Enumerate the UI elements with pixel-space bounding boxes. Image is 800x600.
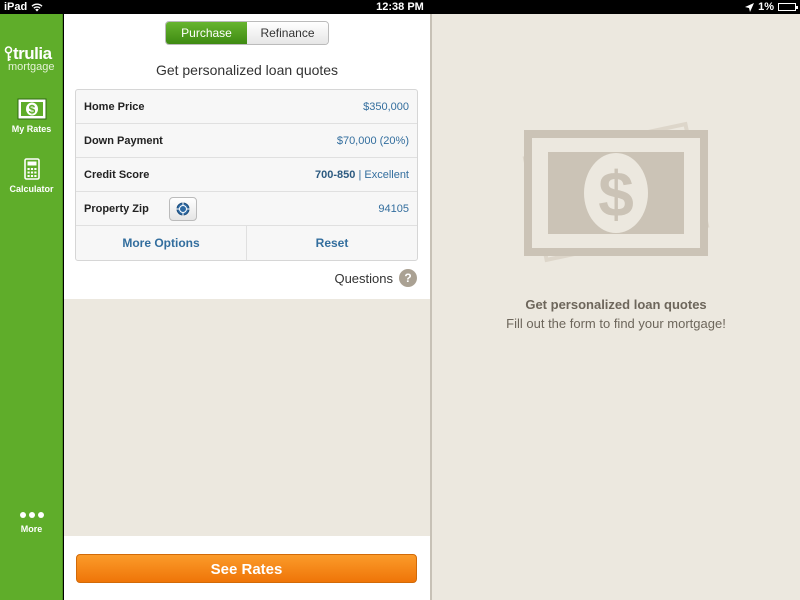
- empty-state-title: Get personalized loan quotes: [525, 297, 707, 312]
- money-icon: $: [17, 98, 46, 120]
- credit-score-separator: |: [358, 169, 362, 181]
- sidebar-item-my-rates[interactable]: $ My Rates: [0, 98, 63, 134]
- down-payment-row[interactable]: Down Payment $70,000 (20%): [76, 124, 417, 158]
- sidebar-item-more[interactable]: More: [0, 512, 63, 534]
- key-logo-icon: [4, 46, 13, 61]
- credit-score-label: Credit Score: [84, 169, 150, 181]
- current-location-button[interactable]: [169, 197, 197, 221]
- battery-percent: 1%: [758, 1, 774, 13]
- location-arrow-icon: [745, 2, 755, 12]
- property-zip-row[interactable]: Property Zip 94105: [76, 192, 417, 226]
- down-payment-label: Down Payment: [84, 135, 163, 147]
- tab-refinance[interactable]: Refinance: [247, 22, 328, 44]
- svg-text:$: $: [598, 158, 634, 230]
- trulia-mortgage-logo: trulia mortgage: [4, 44, 60, 73]
- logo-subtext: mortgage: [8, 61, 55, 73]
- home-price-row[interactable]: Home Price $350,000: [76, 90, 417, 124]
- clock: 12:38 PM: [376, 1, 424, 13]
- sidebar-item-label: Calculator: [9, 184, 54, 194]
- tab-purchase[interactable]: Purchase: [166, 22, 247, 44]
- dollar-bill-icon: $: [522, 121, 710, 263]
- calculator-icon: [23, 158, 40, 180]
- property-zip-label: Property Zip: [84, 203, 149, 215]
- status-bar: iPad 12:38 PM 1%: [0, 0, 800, 14]
- crosshair-icon: [176, 202, 190, 216]
- quote-form-panel: Purchase Refinance Get personalized loan…: [64, 14, 430, 600]
- loan-form: Home Price $350,000 Down Payment $70,000…: [75, 89, 418, 261]
- sidebar-item-calculator[interactable]: Calculator: [0, 158, 63, 194]
- reset-button[interactable]: Reset: [246, 226, 417, 260]
- questions-label: Questions: [334, 270, 393, 286]
- credit-score-rating: Excellent: [364, 169, 409, 181]
- credit-score-range: 700-850: [315, 169, 356, 181]
- form-heading: Get personalized loan quotes: [155, 62, 339, 78]
- home-price-label: Home Price: [84, 101, 145, 113]
- property-zip-value: 94105: [378, 203, 409, 215]
- down-payment-value: $70,000 (20%): [336, 135, 409, 147]
- credit-score-row[interactable]: Credit Score 700-850 | Excellent: [76, 158, 417, 192]
- sidebar-item-label: My Rates: [11, 124, 52, 134]
- help-icon: ?: [399, 269, 417, 287]
- credit-score-value: 700-850 | Excellent: [315, 158, 409, 192]
- svg-text:$: $: [28, 103, 35, 117]
- more-options-button[interactable]: More Options: [76, 226, 246, 260]
- questions-link[interactable]: Questions ?: [334, 269, 417, 287]
- more-dots-icon: [0, 512, 63, 518]
- home-price-value: $350,000: [363, 101, 409, 113]
- purchase-refinance-toggle: Purchase Refinance: [165, 21, 329, 45]
- form-actions: More Options Reset: [76, 226, 417, 260]
- results-panel: $ Get personalized loan quotes Fill out …: [432, 14, 800, 600]
- empty-state-subtitle: Fill out the form to find your mortgage!: [506, 316, 726, 331]
- see-rates-button[interactable]: See Rates: [76, 554, 417, 583]
- sidebar-item-label: More: [20, 524, 43, 534]
- sidebar: trulia mortgage $ My Rates Calculator Mo…: [0, 14, 63, 600]
- battery-icon: [778, 3, 798, 11]
